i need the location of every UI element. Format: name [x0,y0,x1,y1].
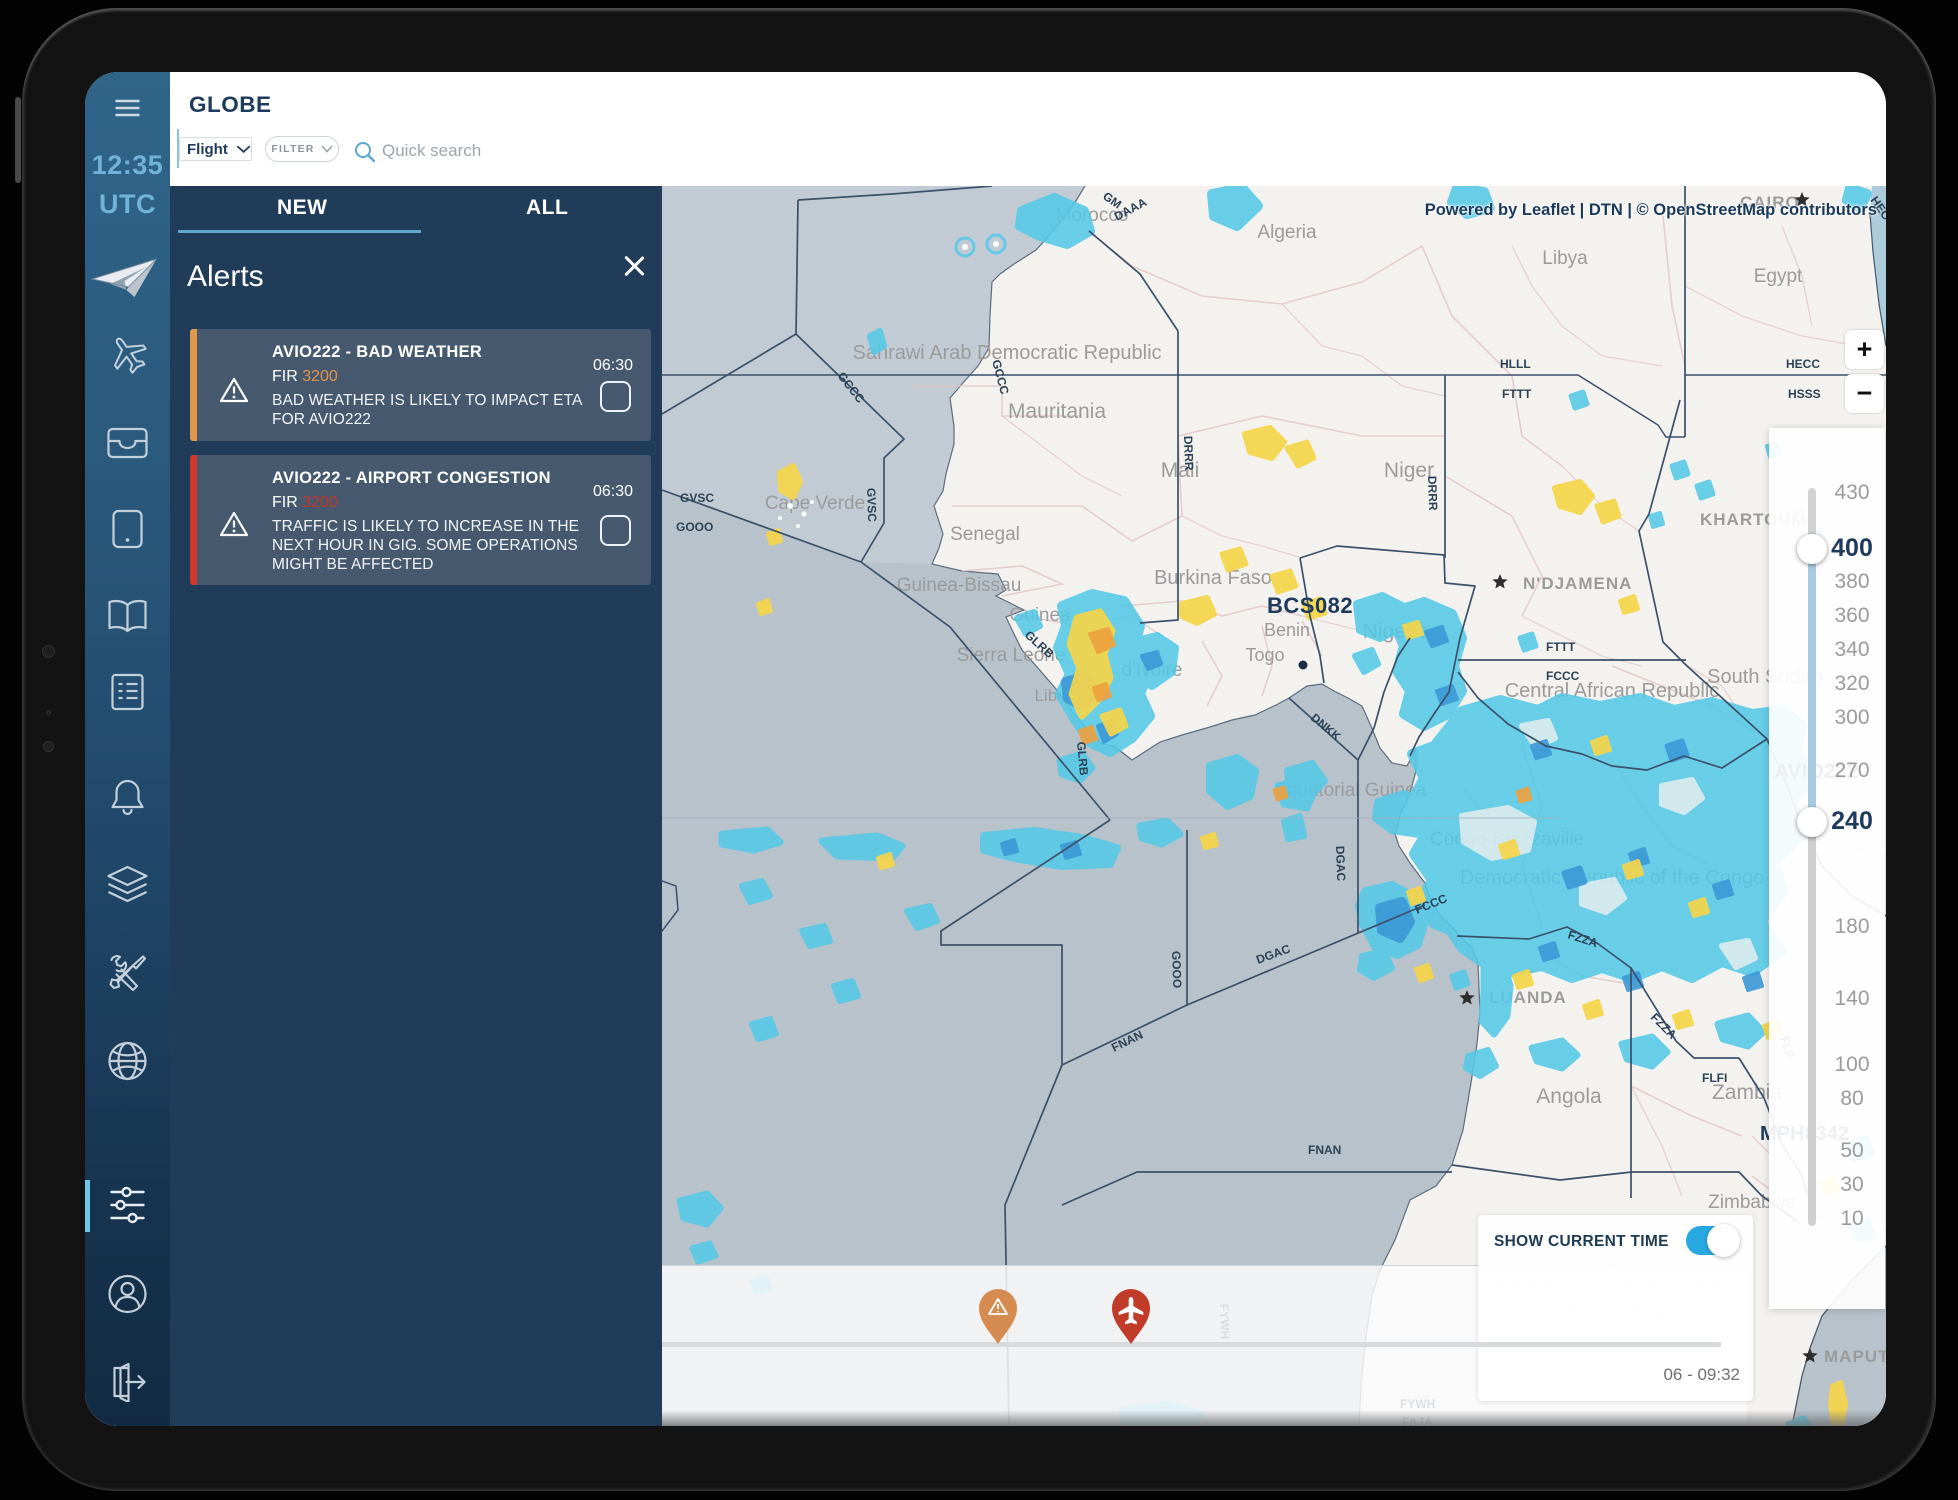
svg-text:GVSC: GVSC [680,491,714,505]
svg-text:Burkina Faso: Burkina Faso [1154,567,1272,589]
svg-text:GVSC: GVSC [864,488,879,523]
svg-text:Benin: Benin [1264,620,1310,640]
svg-text:GOOO: GOOO [676,520,713,534]
svg-text:MAPUTO: MAPUTO [1824,1347,1886,1366]
svg-text:GOOO: GOOO [1169,951,1184,989]
svg-text:Cape Verde: Cape Verde [765,493,865,514]
svg-text:DGAC: DGAC [1333,846,1348,882]
svg-text:HECC: HECC [1786,357,1820,371]
svg-text:Libya: Libya [1542,248,1588,269]
svg-text:Angola: Angola [1536,1085,1602,1108]
svg-text:Togo: Togo [1245,645,1284,665]
svg-text:DRRR: DRRR [1425,476,1440,511]
svg-text:FCCC: FCCC [1546,669,1580,683]
svg-text:GLRB: GLRB [1074,741,1091,776]
svg-text:Sahrawi Arab Democratic Republ: Sahrawi Arab Democratic Republic [852,342,1161,364]
svg-text:FNAN: FNAN [1308,1143,1341,1157]
svg-text:N'DJAMENA: N'DJAMENA [1523,574,1632,593]
svg-text:Senegal: Senegal [950,524,1020,545]
svg-text:FLFI: FLFI [1702,1071,1727,1085]
svg-text:FTTT: FTTT [1502,387,1532,401]
svg-text:Egypt: Egypt [1754,266,1803,287]
svg-text:HLLL: HLLL [1500,357,1531,371]
svg-text:HSSS: HSSS [1788,387,1821,401]
svg-text:Algeria: Algeria [1257,222,1317,243]
svg-text:Guinea-Bissau: Guinea-Bissau [897,575,1022,596]
svg-text:Mauritania: Mauritania [1008,400,1106,423]
svg-text:DRRR: DRRR [1181,436,1196,471]
svg-text:FTTT: FTTT [1546,640,1576,654]
svg-text:BCS082: BCS082 [1267,593,1353,618]
